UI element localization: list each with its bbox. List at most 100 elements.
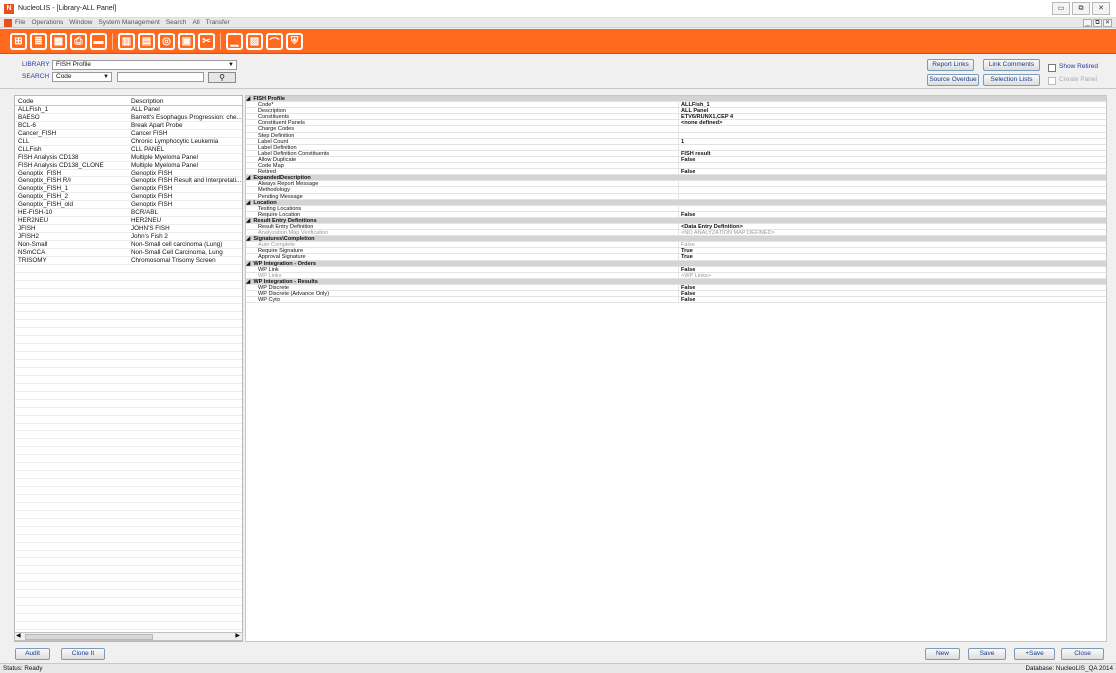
badge-icon[interactable]: ◎ <box>158 33 175 50</box>
menu-item-window[interactable]: Window <box>69 19 92 26</box>
maximize-icon[interactable]: ⧉ <box>1072 2 1090 15</box>
property-value[interactable] <box>679 163 681 168</box>
list-item[interactable]: Genoptix_FISH_2 Genoptix FISH <box>15 193 242 202</box>
mdi-restore-icon[interactable]: ⧉ <box>1093 19 1102 27</box>
list-item[interactable]: TRISOMY Chromosomal Trisomy Screen <box>15 257 242 265</box>
ink-icon[interactable]: ▬ <box>90 33 107 50</box>
plus-save-button[interactable]: +Save <box>1014 648 1055 660</box>
property-value[interactable] <box>679 194 681 199</box>
list-item[interactable]: BAESO Barrett's Esophagus Progression: ch… <box>15 114 242 122</box>
property-value[interactable]: ALLFish_1 <box>679 102 710 108</box>
search-input[interactable] <box>117 72 204 82</box>
list-item[interactable]: JFISH JOHN'S FISH <box>15 225 242 233</box>
audit-button[interactable]: Audit <box>15 648 50 660</box>
property-value[interactable]: <Data Entry Definition> <box>679 224 743 230</box>
property-value[interactable]: False <box>679 169 695 175</box>
property-value[interactable] <box>679 206 681 211</box>
tools-icon[interactable]: ✂ <box>198 33 215 50</box>
list-item[interactable]: CLLFish CLL PANEL <box>15 146 242 154</box>
minimize-icon[interactable]: ▭ <box>1052 2 1070 15</box>
save-button[interactable]: Save <box>968 648 1006 660</box>
create-panel-checkbox[interactable] <box>1048 77 1056 85</box>
scroll-right-icon[interactable]: ▶ <box>235 632 240 639</box>
menu-item-all[interactable]: All <box>192 19 199 26</box>
document-icon[interactable]: ▤ <box>138 33 155 50</box>
empty-list-row <box>15 519 242 527</box>
shield-icon[interactable]: ⛨ <box>286 33 303 50</box>
mdi-close-icon[interactable]: ✕ <box>1103 19 1112 27</box>
window-icon[interactable]: ▣ <box>178 33 195 50</box>
property-value[interactable] <box>679 181 681 186</box>
library-select[interactable]: FISH Profile ▼ <box>52 60 237 70</box>
scroll-left-icon[interactable]: ◀ <box>16 632 21 639</box>
property-value[interactable] <box>679 126 681 131</box>
list-item[interactable]: HE-FISH-10 BCR/ABL <box>15 209 242 218</box>
selection-lists-button[interactable]: Selection Lists <box>983 74 1040 86</box>
status-bar: Status: Ready Database: NucleoLIS_QA 201… <box>0 663 1116 673</box>
property-value[interactable]: False <box>679 157 695 163</box>
property-value[interactable]: <none defined> <box>679 120 722 126</box>
property-value[interactable] <box>679 145 681 150</box>
list-item[interactable]: Genoptix_FISH R/I Genoptix FISH Result an… <box>15 177 242 186</box>
search-field-select[interactable]: Code ▼ <box>52 72 112 82</box>
property-value[interactable]: False <box>679 285 695 291</box>
list-item[interactable]: NSmCCA Non-Small Cell Carcinoma, Lung <box>15 249 242 257</box>
document-icon[interactable] <box>4 19 12 27</box>
list-item[interactable]: Genoptix_FISH Genoptix FISH <box>15 170 242 178</box>
list-item[interactable]: JFISH2 John's Fish 2 <box>15 233 242 241</box>
report-links-button[interactable]: Report Links <box>927 59 974 71</box>
chevron-down-icon: ▼ <box>228 62 234 68</box>
property-value[interactable] <box>679 187 681 192</box>
menu-item-system-management[interactable]: System Management <box>98 19 159 26</box>
link-comments-button[interactable]: Link Comments <box>983 59 1040 71</box>
barcode-icon[interactable]: ▥ <box>118 33 135 50</box>
property-value[interactable]: ALL Panel <box>679 108 708 114</box>
source-overdue-button[interactable]: Source Overdue <box>927 74 979 86</box>
scroll-thumb[interactable] <box>25 634 153 640</box>
property-name: Charge Codes <box>246 126 679 132</box>
show-retired-checkbox[interactable] <box>1048 64 1056 72</box>
clone-it-button[interactable]: Clone It <box>61 648 105 660</box>
property-value[interactable]: False <box>679 267 695 273</box>
accession-icon[interactable]: ≣ <box>30 33 47 50</box>
list-item[interactable]: Non-Small Non-Small cell carcinoma (Lung) <box>15 241 242 249</box>
menu-item-file[interactable]: File <box>15 19 25 26</box>
list-item[interactable]: Genoptix_FISH_old Genoptix FISH <box>15 201 242 210</box>
close-button[interactable]: Close <box>1061 648 1104 660</box>
chart-icon[interactable]: ▁ <box>226 33 243 50</box>
code-column-header[interactable]: Code <box>15 96 128 105</box>
orders-icon[interactable]: ⊞ <box>10 33 27 50</box>
close-icon[interactable]: ✕ <box>1092 2 1110 15</box>
property-value[interactable]: False <box>679 297 695 303</box>
property-value[interactable] <box>679 133 681 138</box>
property-value[interactable]: FISH result <box>679 151 711 157</box>
list-item[interactable]: BCL-6 Break Apart Probe <box>15 122 242 130</box>
property-value[interactable]: True <box>679 254 693 260</box>
horizontal-scrollbar[interactable]: ◀ ▶ <box>14 632 243 641</box>
empty-list-row <box>15 312 242 321</box>
signature-icon[interactable]: ⌒ <box>266 33 283 50</box>
property-value[interactable]: ETV6/RUNX1,CEP 4 <box>679 114 733 120</box>
property-value[interactable]: False <box>679 291 695 297</box>
list-item[interactable]: Cancer_FISH Cancer FISH <box>15 130 242 138</box>
list-item[interactable]: ALLFish_1 ALL Panel <box>15 106 242 114</box>
list-item[interactable]: HER2NEU HER2NEU <box>15 217 242 226</box>
search-icon[interactable]: ⚲ <box>208 72 236 83</box>
list-item[interactable]: FISH Analysis CD138 Multiple Myeloma Pane… <box>15 154 242 162</box>
list-item[interactable]: CLL Chronic Lymphocytic Leukemia <box>15 138 242 146</box>
property-value[interactable]: 1 <box>679 139 684 145</box>
menu-item-operations[interactable]: Operations <box>31 19 63 26</box>
description-column-header[interactable]: Description <box>128 96 242 105</box>
list-item[interactable]: FISH Analysis CD138_CLONE Multiple Myelom… <box>15 162 242 170</box>
mdi-minimize-icon[interactable]: _ <box>1083 19 1092 27</box>
property-value[interactable]: False <box>679 212 695 218</box>
new-button[interactable]: New <box>925 648 960 660</box>
menu-item-search[interactable]: Search <box>166 19 187 26</box>
property-row[interactable]: WP Cyto False <box>246 297 1106 304</box>
report-icon[interactable]: ▧ <box>246 33 263 50</box>
print-icon[interactable]: ⎙ <box>70 33 87 50</box>
menu-item-transfer[interactable]: Transfer <box>206 19 230 26</box>
property-value[interactable]: True <box>679 248 693 254</box>
grid-icon[interactable]: ▦ <box>50 33 67 50</box>
list-item[interactable]: Genoptix_FISH_1 Genoptix FISH <box>15 185 242 194</box>
